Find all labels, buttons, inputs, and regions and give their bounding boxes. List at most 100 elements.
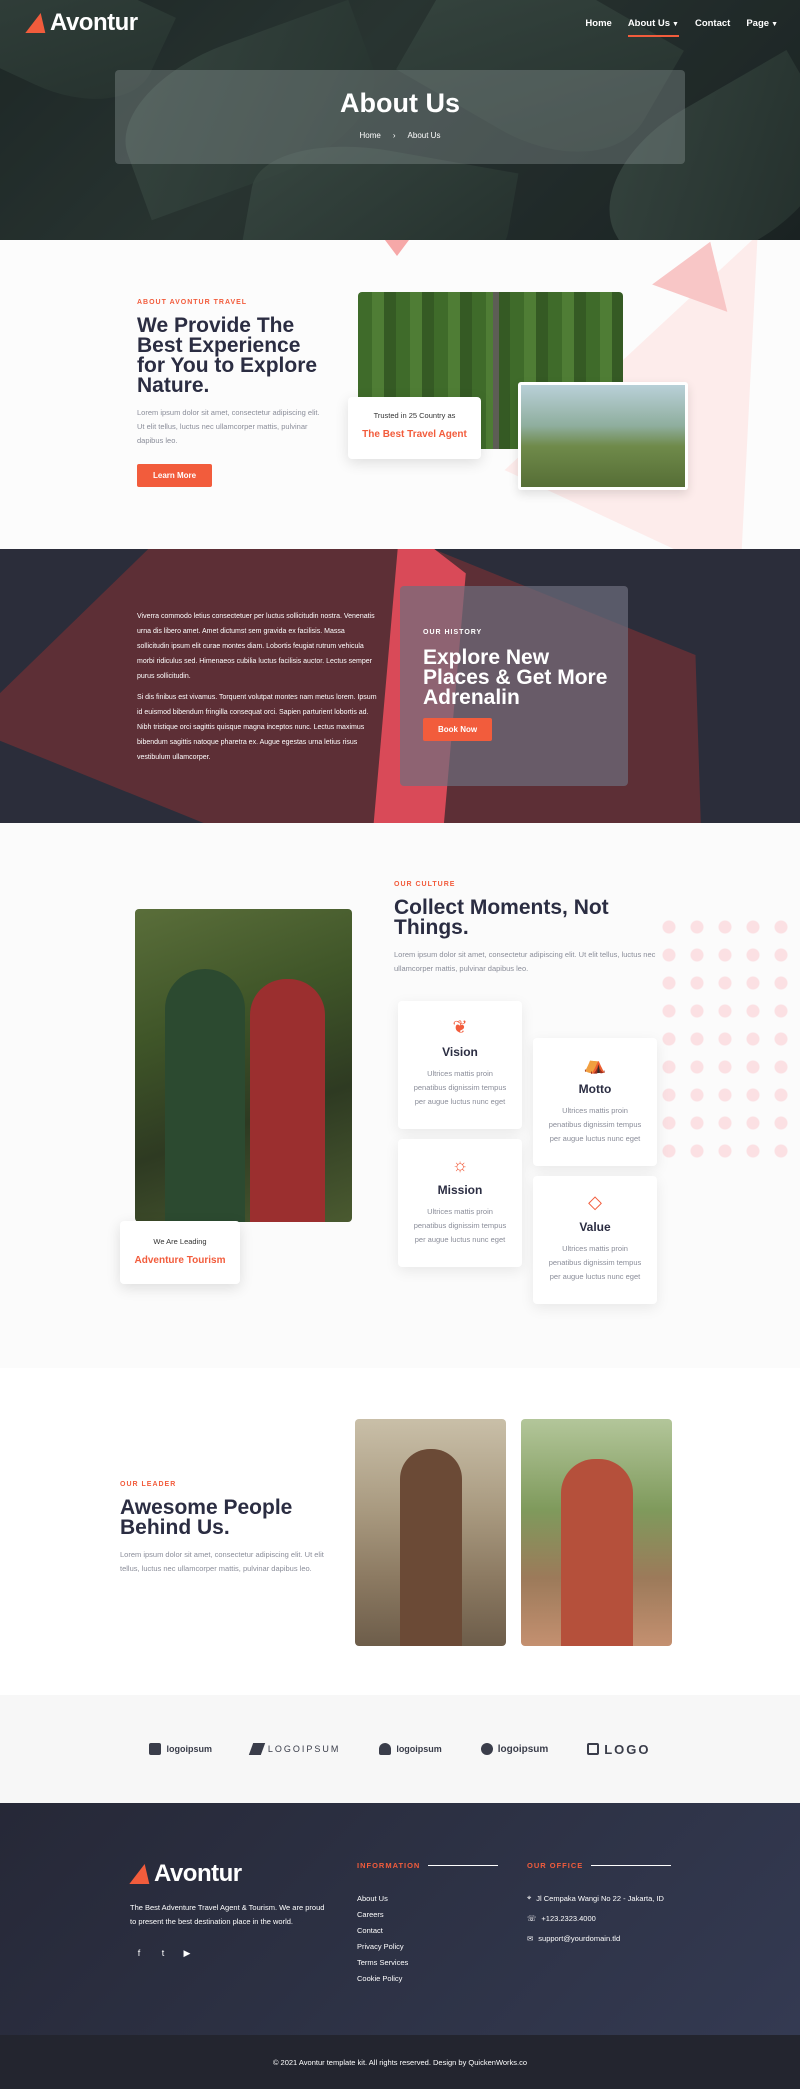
campfire-icon: ⛺ (583, 1054, 607, 1074)
learn-more-button[interactable]: Learn More (137, 464, 213, 487)
leader-photo (355, 1419, 506, 1646)
footer-link-label: Contact (357, 1925, 383, 1935)
chevron-down-icon: ▼ (771, 20, 778, 28)
logo-text: Avontur (50, 9, 138, 36)
partner-logo-text: logoipsum (396, 1744, 442, 1754)
value-card-value: ◇ Value Ultrices mattis proin penatibus … (533, 1176, 657, 1304)
mail-icon: ✉ (527, 1933, 534, 1943)
office-email[interactable]: ✉ support@yourdomain.tld (527, 1930, 671, 1946)
section-title: Collect Moments, Not Things. (394, 896, 609, 939)
footer-information: INFORMATION About Us Careers Contact Pri… (357, 1861, 499, 1986)
footer-about-text: The Best Adventure Travel Agent & Touris… (130, 1903, 325, 1926)
youtube-icon[interactable]: ▶ (181, 1947, 193, 1959)
figure-shape (165, 969, 245, 1222)
logo-mark-icon (379, 1743, 392, 1755)
partner-logo: logoipsum (480, 1743, 549, 1755)
chevron-down-icon: ▼ (672, 20, 679, 28)
about-section: ABOUT AVONTUR TRAVEL We Provide The Best… (0, 240, 800, 549)
logo-text: Avontur (154, 1860, 242, 1887)
value-card-mission: ☼ Mission Ultrices mattis proin penatibu… (398, 1139, 522, 1267)
section-eyebrow: OUR HISTORY (423, 629, 483, 636)
section-text: Lorem ipsum dolor sit amet, consectetur … (120, 1550, 324, 1573)
leading-card: We Are Leading Adventure Tourism (120, 1221, 240, 1284)
copyright-bar: © 2021 Avontur template kit. All rights … (0, 2035, 800, 2089)
card-text: Ultrices mattis proin penatibus dignissi… (413, 1069, 507, 1106)
page-title: About Us (340, 88, 460, 118)
breadcrumb: Home › About Us (115, 131, 685, 140)
history-paragraph: Viverra commodo letius consectetuer per … (137, 613, 375, 680)
partner-logo-text: logoipsum (497, 1743, 549, 1755)
facebook-icon[interactable]: f (133, 1947, 145, 1959)
breadcrumb-home[interactable]: Home (360, 131, 381, 140)
section-text: Lorem ipsum dolor sit amet, consectetur … (137, 408, 320, 445)
value-card-vision: ❦ Vision Ultrices mattis proin penatibus… (398, 1001, 522, 1129)
section-title: Awesome People Behind Us. (120, 1496, 293, 1539)
footer-heading: OUR OFFICE (527, 1861, 584, 1870)
nav-item-page[interactable]: Page ▼ (746, 18, 778, 29)
partner-logo: LOGOIPSUM (248, 1743, 341, 1755)
site-logo[interactable]: Avontur (25, 9, 138, 37)
partner-logo-text: LOGOIPSUM (267, 1744, 341, 1754)
card-text: Ultrices mattis proin penatibus dignissi… (548, 1244, 642, 1281)
hero-title-box: About Us Home › About Us (115, 70, 685, 164)
history-card: OUR HISTORY Explore New Places & Get Mor… (400, 586, 628, 786)
office-address: ⌖ Jl Cempaka Wangi No 22 - Jakarta, ID (527, 1890, 671, 1906)
history-text: Viverra commodo letius consectetuer per … (137, 609, 377, 765)
nav-item-home[interactable]: Home (585, 18, 611, 29)
nav-item-about-us[interactable]: About Us ▼ (627, 18, 680, 37)
footer-link-contact[interactable]: Contact (357, 1922, 498, 1938)
main-nav: Avontur Home About Us ▼ Contact Page ▼ (0, 0, 800, 46)
section-title: Explore New Places & Get More Adrenalin (423, 646, 608, 709)
card-title: Vision (442, 1045, 478, 1059)
triangle-decoration (385, 240, 409, 256)
leader-photo (521, 1419, 672, 1646)
footer-heading: INFORMATION (357, 1861, 421, 1870)
hiking-couple-image (135, 909, 352, 1222)
footer-link-privacy-policy[interactable]: Privacy Policy (357, 1938, 498, 1954)
history-paragraph: Si dis finibus est vivamus. Torquent vol… (137, 694, 377, 761)
hikers-group-image (518, 382, 688, 490)
card-text: Ultrices mattis proin penatibus dignissi… (548, 1106, 642, 1143)
history-section: Viverra commodo letius consectetuer per … (0, 549, 800, 823)
twitter-icon[interactable]: t (157, 1947, 169, 1959)
footer-link-terms-services[interactable]: Terms Services (357, 1954, 498, 1970)
footer-link-about-us[interactable]: About Us (357, 1890, 498, 1906)
logo-mark-icon (129, 1864, 155, 1884)
hero-section: Avontur Home About Us ▼ Contact Page ▼ Abo… (0, 0, 800, 240)
section-text: Lorem ipsum dolor sit amet, consectetur … (394, 950, 656, 973)
culture-content: OUR CULTURE Collect Moments, Not Things.… (394, 881, 674, 976)
book-now-button[interactable]: Book Now (423, 718, 493, 741)
chevron-right-icon: › (392, 131, 396, 140)
card-text: Ultrices mattis proin penatibus dignissi… (413, 1207, 507, 1244)
figure-shape (400, 1449, 462, 1646)
card-title: Motto (578, 1082, 612, 1096)
trust-card: Trusted in 25 Country as The Best Travel… (348, 397, 481, 459)
partner-logo: logoipsum (149, 1743, 212, 1755)
breadcrumb-current: About Us (407, 131, 441, 140)
logo-mark-icon (25, 13, 51, 33)
partner-logo: logoipsum (379, 1743, 442, 1755)
lightbulb-icon: ☼ (451, 1155, 469, 1175)
phone-icon: ☏ (527, 1913, 537, 1923)
footer-link-label: About Us (357, 1893, 388, 1903)
social-links: f t ▶ (133, 1947, 193, 1959)
diamond-icon: ◇ (588, 1192, 602, 1212)
trust-highlight: The Best Travel Agent (362, 429, 467, 440)
partner-logo-text: logoipsum (166, 1744, 212, 1754)
footer-link-careers[interactable]: Careers (357, 1906, 498, 1922)
card-title: Value (579, 1220, 611, 1234)
footer-link-label: Careers (357, 1909, 384, 1919)
section-eyebrow: OUR CULTURE (394, 881, 456, 888)
footer-logo[interactable]: Avontur (129, 1860, 242, 1888)
nav-item-contact[interactable]: Contact (695, 18, 730, 29)
section-eyebrow: OUR LEADER (120, 1481, 177, 1488)
card-title: Mission (437, 1183, 483, 1197)
about-content: ABOUT AVONTUR TRAVEL We Provide The Best… (137, 299, 327, 487)
leading-highlight: Adventure Tourism (134, 1255, 226, 1266)
office-text: Jl Cempaka Wangi No 22 - Jakarta, ID (536, 1893, 664, 1903)
logo-mark-icon (480, 1743, 493, 1755)
office-phone[interactable]: ☏ +123.2323.4000 (527, 1910, 671, 1926)
logo-mark-icon (587, 1743, 600, 1755)
footer-link-cookie-policy[interactable]: Cookie Policy (357, 1970, 498, 1986)
office-text: support@yourdomain.tld (538, 1933, 621, 1943)
